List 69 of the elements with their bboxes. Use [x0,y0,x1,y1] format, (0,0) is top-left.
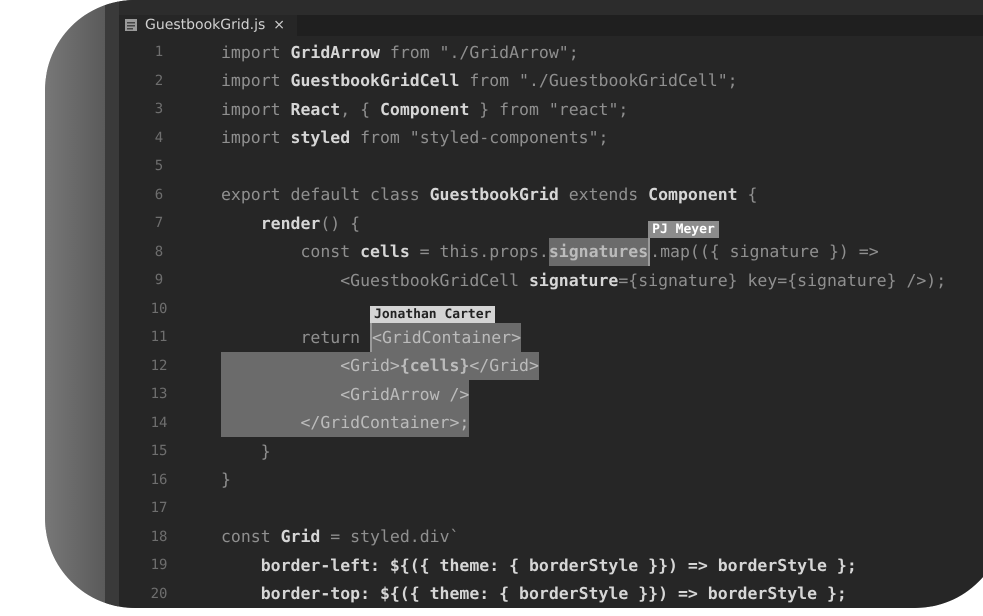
line-number: 1 [154,44,164,60]
collaborator-label: PJ Meyer [648,220,719,238]
line-number: 12 [150,358,168,374]
tab-label: GuestbookGrid.js [145,17,266,34]
code-text: = styled.div` [329,526,460,548]
code-text: { [746,184,758,206]
close-icon[interactable]: × [273,17,285,34]
line-number: 15 [150,443,168,460]
code-text: GuestbookGrid [430,184,559,206]
code-text: border-left: ${({ theme: { borderStyle }}) => borderStyle }; [260,554,857,577]
selected-code: <GridContainer> [372,323,522,352]
code-text: .map(({ signature }) => [650,241,879,264]
line-number: 9 [154,272,164,288]
code-text: () { [320,212,360,235]
code-text: from "./GridArrow"; [388,42,579,64]
code-text: = this.props. [418,241,549,264]
code-text: GuestbookGridCell [290,70,460,92]
selected-code: signatures [548,238,648,266]
code-text: import [221,42,282,64]
code-text: import [221,127,282,150]
file-tab[interactable]: GuestbookGrid.js × [119,14,297,36]
line-number: 20 [150,586,168,602]
code-text: ={signature} key={signature} />); [618,270,946,292]
code-text: GridArrow [290,42,380,64]
line-number: 2 [154,72,164,89]
code-text: const [221,526,272,548]
selected-code: <GridArrow /> [221,380,470,408]
code-text: render [260,212,320,235]
line-number: 14 [150,414,168,431]
selected-code: {cells} [400,352,470,380]
line-number: 17 [150,500,168,516]
code-text: signature [528,270,618,292]
code-text: Component [648,184,738,206]
line-number: 6 [154,186,164,203]
collaborator-label: Jonathan Carter [370,306,496,323]
line-number: 4 [154,130,164,146]
code-text: border-top: ${({ theme: { borderStyle }}) => borderStyle }; [260,583,847,606]
selected-code: </Grid> [469,352,539,380]
line-number: 16 [150,472,168,488]
line-number: 19 [150,557,168,574]
code-text: import [221,98,282,121]
line-number: 13 [150,386,168,402]
code-text: return [299,326,362,349]
code-text: <GuestbookGridCell [339,270,520,292]
code-text: React [290,98,340,121]
file-icon [125,19,137,32]
code-text: from "styled-components"; [359,127,608,150]
line-number: 18 [150,528,168,545]
code-text: extends [568,184,640,206]
code-text: } [260,440,271,463]
code-text: from "./GuestbookGridCell"; [468,70,738,92]
code-text: , { [340,98,372,121]
code-text: } [221,469,231,492]
selected-code: </GridContainer>; [221,408,470,437]
code-text: import [221,70,282,92]
line-number: 7 [154,215,164,232]
code-text: export default class [221,184,421,206]
line-number: 5 [154,158,164,174]
code-text: styled [290,127,350,150]
line-number: 8 [154,244,164,260]
selected-code: <Grid> [221,352,400,380]
code-text: cells [360,241,410,264]
code-text: const [299,241,352,264]
code-text: Grid [280,526,320,548]
line-number: 11 [150,329,168,346]
line-number: 10 [150,300,168,317]
code-text: } from "react"; [478,98,628,121]
code-text: Component [380,98,470,121]
line-number: 3 [154,101,164,118]
